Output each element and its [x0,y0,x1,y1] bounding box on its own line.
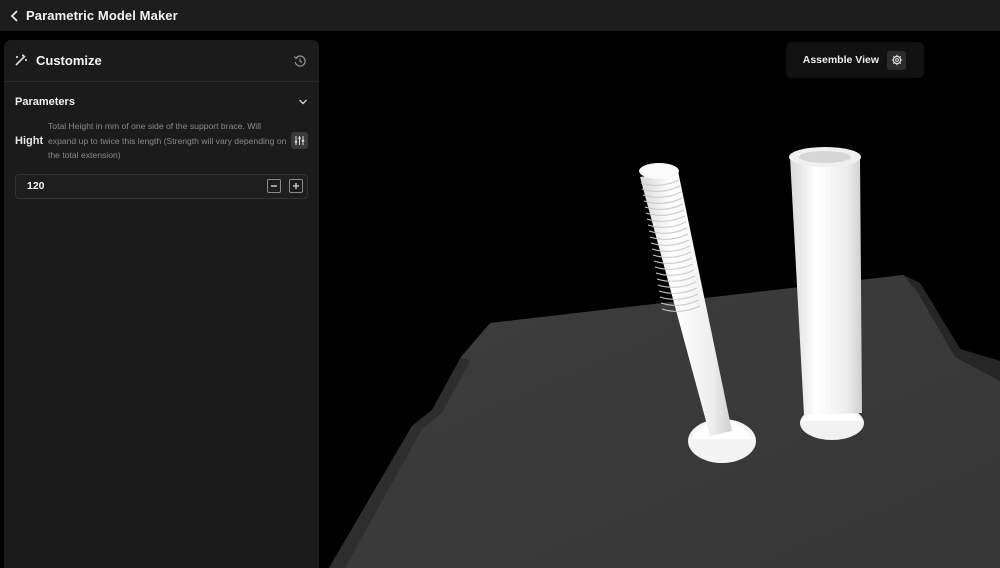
plus-icon [293,183,299,190]
panel-header: Customize [4,40,319,82]
history-icon [293,54,306,67]
panel-title: Customize [36,53,102,68]
parameter-description: Total Height in mm of one side of the su… [48,121,287,161]
hight-value-field [15,173,308,199]
parameter-name: Hight [15,134,44,147]
sliders-icon [294,136,305,146]
assemble-view-label: Assemble View [802,54,879,66]
chevron-left-icon [10,9,18,22]
assemble-view-control: Assemble View [786,42,924,78]
scene [329,147,1000,568]
parameter-row: Hight Total Height in mm of one side of … [4,119,319,163]
assemble-view-button[interactable] [887,50,906,70]
gear-icon [891,54,902,66]
hight-input[interactable] [27,180,259,193]
top-bar: Parametric Model Maker [0,0,1000,31]
parameter-settings-button[interactable] [291,132,308,150]
wand-icon [14,53,30,69]
parameters-section-toggle[interactable]: Parameters [4,82,319,122]
minus-icon [271,185,277,187]
decrement-button[interactable] [267,179,281,194]
chevron-down-icon [299,99,307,105]
customize-panel: Customize Parameters Hight Total Height … [4,40,319,568]
back-button[interactable] [0,0,26,31]
section-title: Parameters [15,96,75,108]
history-button[interactable] [291,52,309,70]
app-title: Parametric Model Maker [26,8,178,23]
3d-viewport[interactable] [320,31,1000,568]
increment-button[interactable] [289,179,303,194]
